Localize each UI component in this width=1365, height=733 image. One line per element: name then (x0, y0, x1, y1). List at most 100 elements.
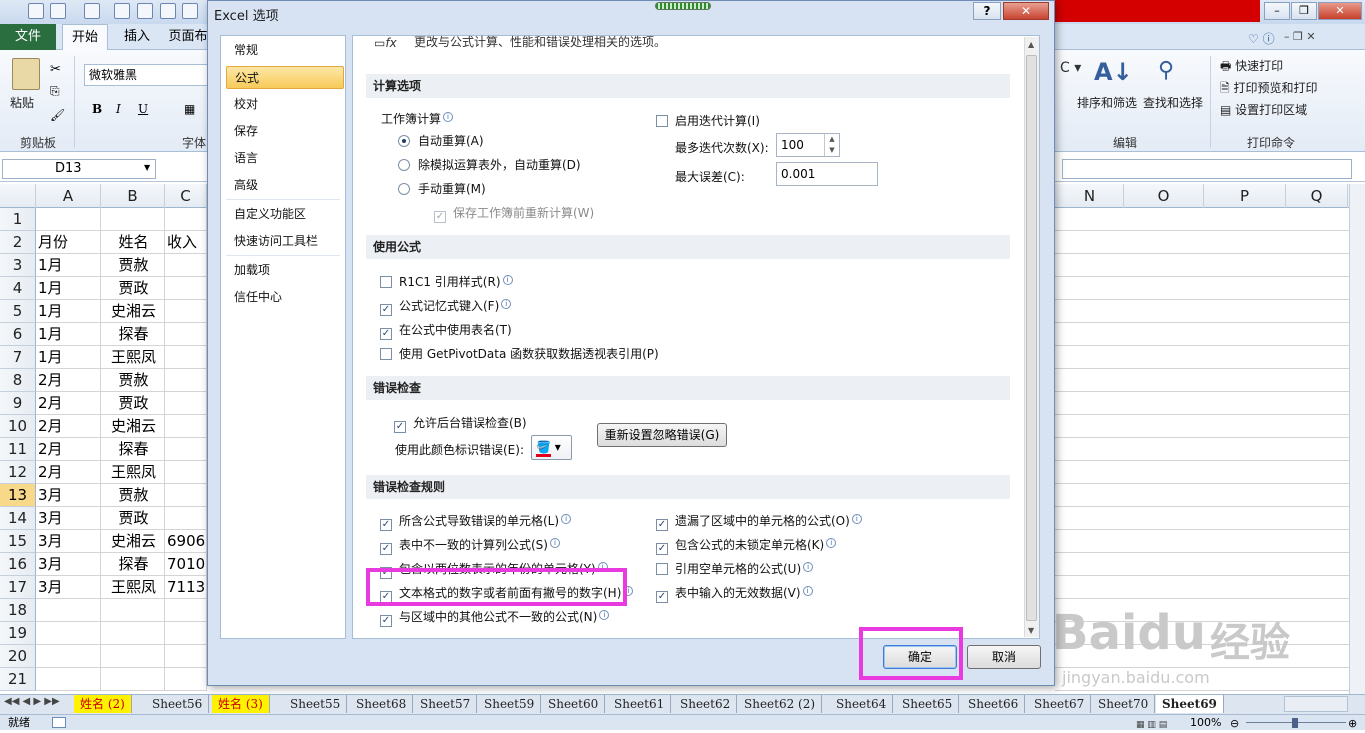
cell[interactable]: 2月 (36, 438, 101, 461)
select-all-corner[interactable] (0, 184, 36, 208)
cell[interactable]: 探春 (101, 553, 165, 576)
sheet-tab[interactable]: Sheet65 (896, 695, 960, 713)
cell[interactable] (165, 461, 207, 484)
cell[interactable] (36, 622, 101, 645)
minimize-button[interactable]: – (1264, 2, 1290, 20)
cell[interactable]: 2月 (36, 369, 101, 392)
paste-icon[interactable] (12, 58, 40, 90)
cell[interactable]: 2月 (36, 461, 101, 484)
cell[interactable] (165, 392, 207, 415)
save-icon[interactable] (28, 3, 44, 19)
sheet-tab[interactable]: 姓名 (2) (74, 695, 132, 713)
recalc-before-save-checkbox[interactable]: 保存工作簿前重新计算(W) (434, 204, 594, 223)
ribbon-window-controls[interactable]: – ❐ ✕ (1284, 30, 1316, 43)
nav-item[interactable]: 常规 (226, 39, 344, 62)
cell[interactable] (165, 668, 207, 691)
sheet-tab[interactable]: Sheet59 (478, 695, 542, 713)
format-painter-icon[interactable]: 🖌 (50, 108, 65, 122)
cell[interactable]: 2月 (36, 392, 101, 415)
table-icon[interactable] (182, 3, 198, 19)
iterative-calc-checkbox[interactable]: 启用迭代计算(I) (656, 112, 760, 129)
cell[interactable] (36, 668, 101, 691)
cell[interactable]: 王熙凤 (101, 346, 165, 369)
horizontal-scrollbar[interactable] (1284, 696, 1348, 712)
find-select-button[interactable]: 查找和选择 (1143, 94, 1203, 111)
print-icon[interactable] (114, 3, 130, 19)
sort-filter-button[interactable]: 排序和筛选 (1077, 94, 1137, 111)
cell[interactable]: 史湘云 (101, 300, 165, 323)
macro-record-icon[interactable] (52, 717, 66, 728)
maximize-button[interactable]: ❐ (1291, 2, 1317, 20)
sheet-tab[interactable]: Sheet55 (284, 695, 348, 713)
zoom-slider-thumb[interactable] (1292, 718, 1298, 728)
cell[interactable] (165, 208, 207, 231)
cell[interactable] (101, 645, 165, 668)
cell[interactable] (101, 208, 165, 231)
cell[interactable] (101, 599, 165, 622)
cell[interactable] (165, 254, 207, 277)
sheet-tab[interactable]: Sheet62 (674, 695, 738, 713)
cell[interactable]: 3月 (36, 507, 101, 530)
error-rule-checkbox[interactable]: 遗漏了区域中的单元格的公式(O)i (656, 512, 862, 531)
sheet-tab[interactable]: Sheet66 (962, 695, 1026, 713)
ok-button[interactable]: 确定 (883, 645, 957, 669)
row-header[interactable]: 10 (0, 415, 36, 438)
row-header[interactable]: 20 (0, 645, 36, 668)
error-rule-checkbox[interactable]: 与区域中的其他公式不一致的公式(N)i (380, 608, 610, 627)
copy-icon[interactable]: ⎘ (50, 84, 60, 99)
close-button[interactable]: ✕ (1318, 2, 1362, 20)
error-rule-checkbox[interactable]: 表中不一致的计算列公式(S)i (380, 536, 560, 555)
chevron-down-icon[interactable]: ▼ (144, 163, 150, 172)
cell[interactable]: 史湘云 (101, 530, 165, 553)
cell[interactable]: 月份 (36, 231, 101, 254)
cell[interactable]: 贾政 (101, 507, 165, 530)
row-header[interactable]: 17 (0, 576, 36, 599)
sheet-tab[interactable]: Sheet56 (146, 695, 210, 713)
column-header[interactable]: O (1124, 184, 1204, 208)
sheet-tab[interactable]: Sheet61 (608, 695, 672, 713)
scroll-down-icon[interactable]: ▼ (1028, 626, 1034, 635)
paste-button[interactable]: 粘贴 (10, 94, 34, 111)
column-header[interactable]: N (1056, 184, 1124, 208)
cell[interactable]: 7010 (165, 553, 207, 576)
sheet-tab[interactable]: Sheet64 (830, 695, 894, 713)
table-names-checkbox[interactable]: 在公式中使用表名(T) (380, 321, 512, 340)
row-header[interactable]: 7 (0, 346, 36, 369)
dialog-help-button[interactable]: ? (973, 2, 1001, 20)
autocomplete-checkbox[interactable]: 公式记忆式键入(F)i (380, 297, 512, 316)
cell[interactable] (36, 208, 101, 231)
error-rule-checkbox[interactable]: 所含公式导致错误的单元格(L)i (380, 512, 572, 531)
cell[interactable] (165, 484, 207, 507)
calc-manual-radio[interactable]: 手动重算(M) (398, 180, 486, 197)
cell[interactable] (165, 323, 207, 346)
nav-item[interactable]: 自定义功能区 (226, 203, 344, 226)
cell[interactable]: 探春 (101, 323, 165, 346)
row-header[interactable]: 21 (0, 668, 36, 691)
column-header[interactable]: C (165, 184, 207, 208)
nav-item[interactable]: 公式 (226, 66, 344, 89)
nav-item[interactable]: 校对 (226, 93, 344, 116)
tab-insert[interactable]: 插入 (116, 24, 158, 50)
cell[interactable]: 王熙凤 (101, 576, 165, 599)
cancel-button[interactable]: 取消 (967, 645, 1041, 669)
sheet-tab[interactable]: Sheet70 (1092, 695, 1156, 713)
getpivotdata-checkbox[interactable]: 使用 GetPivotData 函数获取数据透视表引用(P) (380, 345, 659, 362)
cell[interactable]: 3月 (36, 484, 101, 507)
row-header[interactable]: 3 (0, 254, 36, 277)
scroll-up-icon[interactable]: ▲ (1028, 40, 1034, 49)
italic-button[interactable]: I (116, 102, 121, 116)
cell[interactable]: 1月 (36, 300, 101, 323)
undo-icon[interactable] (50, 3, 66, 19)
row-header[interactable]: 9 (0, 392, 36, 415)
cell[interactable] (165, 622, 207, 645)
row-header[interactable]: 8 (0, 369, 36, 392)
r1c1-checkbox[interactable]: R1C1 引用样式(R) i (380, 273, 513, 290)
column-header[interactable]: B (101, 184, 165, 208)
cell[interactable]: 3月 (36, 576, 101, 599)
formula-input[interactable] (1062, 159, 1352, 179)
font-name-box[interactable]: 微软雅黑 (84, 64, 208, 86)
binoculars-icon[interactable]: ⚲ (1158, 58, 1174, 83)
sheet-nav-arrows[interactable]: ◀◀ ◀ ▶ ▶▶ (4, 696, 60, 707)
dialog-close-button[interactable]: ✕ (1003, 2, 1049, 20)
cell[interactable] (165, 369, 207, 392)
